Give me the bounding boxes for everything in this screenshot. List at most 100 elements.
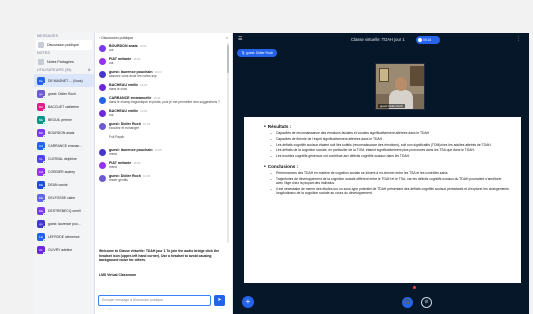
user-list-item[interactable]: gu guest: Didier Roch bbox=[34, 87, 94, 100]
record-icon bbox=[418, 38, 422, 42]
chat-timestamp: 16:02 bbox=[133, 57, 141, 61]
chat-message-body: guest: Didier Roch 16:04 ecoutez et échang… bbox=[109, 122, 224, 133]
chat-timestamp: 16:03 bbox=[140, 83, 148, 87]
user-list-item[interactable]: CL CLERVAL delphine bbox=[34, 152, 94, 165]
options-menu-icon[interactable]: ⋮ bbox=[516, 36, 521, 42]
shared-notes-link[interactable]: Notes Partagées bbox=[36, 57, 92, 67]
user-list-item[interactable]: BE BEGUIL perrine bbox=[34, 113, 94, 126]
online-status-icon bbox=[43, 82, 46, 86]
chat-message-body: guest: laurence pouchain 16:05 merci bbox=[109, 148, 224, 159]
chat-timestamp: 16:05 bbox=[154, 148, 162, 152]
chat-text: Fuli Paysh bbox=[109, 135, 125, 139]
chat-timestamp: 16:02 bbox=[139, 44, 147, 48]
user-name: BOURDON anais bbox=[48, 130, 75, 135]
gear-icon[interactable]: ⚙ bbox=[88, 67, 91, 74]
conclusions-bullet: Il est nécessaire de mener des études su… bbox=[264, 187, 509, 195]
user-name: CORDIER audrey bbox=[48, 169, 75, 174]
user-name: DESTREBECQ ornell bbox=[48, 208, 81, 213]
online-status-icon bbox=[43, 212, 46, 216]
bullet-icon: • bbox=[264, 124, 266, 130]
message-list: BOURDON anais 16:02 oui PIAT mélanie 16:02 ou… bbox=[95, 43, 228, 248]
online-status-icon bbox=[43, 251, 46, 255]
user-list-item[interactable]: LE LEFRODE clémence bbox=[34, 230, 94, 243]
user-name: OLIVRY adeline bbox=[48, 247, 73, 252]
avatar bbox=[99, 45, 106, 52]
webcam-user-label: guest: Didier Roch bbox=[378, 104, 406, 108]
chat-message: PIAT mélanie 16:02 oui bbox=[95, 56, 228, 69]
public-chat-link[interactable]: Discussion publique bbox=[36, 40, 92, 50]
user-list-item[interactable]: BA BACCUET catherine bbox=[34, 100, 94, 113]
chat-timestamp: 16:04 bbox=[142, 122, 150, 126]
user-list-item[interactable]: DE DEAN carole bbox=[34, 178, 94, 191]
avatar: De bbox=[37, 76, 46, 86]
chat-message: guest: laurence pouchain 16:03 assurez vou… bbox=[95, 69, 228, 82]
public-chat-label: Discussion publique bbox=[47, 43, 79, 47]
avatar: gu bbox=[37, 89, 46, 99]
avatar: BO bbox=[37, 128, 46, 138]
online-status-icon bbox=[43, 95, 46, 99]
chat-text: merci bbox=[109, 165, 118, 169]
user-list-item[interactable]: CA CARRANCE emman... bbox=[34, 139, 94, 152]
user-name: DE MAGNET ... (Vous) bbox=[48, 78, 83, 83]
user-name: guest: laurence pou... bbox=[48, 221, 81, 226]
online-status-icon bbox=[43, 238, 46, 242]
chat-message: guest: laurence pouchain 16:05 merci bbox=[95, 147, 228, 160]
results-bullet: Capacités de théorie de l’esprit signifi… bbox=[264, 137, 509, 141]
chat-icon bbox=[38, 42, 44, 48]
webcam-picture-frame bbox=[379, 68, 389, 82]
conclusions-list: Performances des TDAH en matière de cogn… bbox=[264, 171, 509, 195]
user-list-item[interactable]: CO CORDIER audrey bbox=[34, 165, 94, 178]
chat-message: guest: Didier Roch 16:04 ecoutez et échang… bbox=[95, 121, 228, 134]
chat-message-body: CARRANCE emmanuelle 16:03 dans le champ li… bbox=[109, 96, 224, 107]
avatar: DE bbox=[37, 193, 46, 203]
avatar: CO bbox=[37, 167, 46, 177]
chat-text: dans le chat bbox=[109, 87, 127, 91]
user-list-item[interactable]: gu guest: laurence pou... bbox=[34, 217, 94, 230]
online-status-icon bbox=[43, 225, 46, 229]
room-title: Classe virtuelle: TDAH jour 1 bbox=[351, 37, 405, 42]
user-name: BEGUIL perrine bbox=[48, 117, 72, 122]
chat-text: oui bbox=[109, 113, 114, 117]
chat-text: oui bbox=[109, 48, 114, 52]
user-name: DEAN carole bbox=[48, 182, 68, 187]
results-title: Résultats : bbox=[267, 124, 292, 129]
add-actions-button[interactable]: + bbox=[242, 296, 254, 308]
back-to-chat-button[interactable]: ‹ Discussion publique bbox=[99, 36, 133, 40]
user-list-item[interactable]: DE DELFOSSE claire bbox=[34, 191, 94, 204]
screenshare-icon[interactable]: ⊘ bbox=[421, 297, 432, 308]
online-status-icon bbox=[43, 121, 46, 125]
results-bullet: Les déficits de la cognition sociale, en… bbox=[264, 148, 509, 152]
chat-message: CARRANCE emmanuelle 16:03 dans le champ li… bbox=[95, 95, 228, 108]
webcam-person-head bbox=[395, 77, 407, 91]
chat-scroll-thumb[interactable] bbox=[227, 45, 229, 73]
chat-message-body: guest: Didier Roch 16:06 rester gentils bbox=[109, 174, 224, 185]
chat-text: merci bbox=[109, 152, 118, 156]
chat-message: BOURDON anais 16:02 oui bbox=[95, 43, 228, 56]
chat-message: BACHEAU emilie 16:03 dans le chat bbox=[95, 82, 228, 95]
presentation-slide: •Résultats : Capacités de reconnaissance… bbox=[244, 117, 521, 283]
headset-icon[interactable]: 🎧 bbox=[402, 297, 413, 308]
hamburger-menu-icon[interactable]: ☰ bbox=[238, 36, 242, 42]
chat-scrollbar[interactable] bbox=[227, 43, 229, 243]
welcome-subtitle: LMS Virtual Classroom bbox=[99, 273, 137, 277]
chat-message: Fuli Paysh bbox=[95, 134, 228, 147]
user-sidebar: MESSAGES Discussion publique NOTES Notes… bbox=[34, 33, 95, 314]
webcam-video[interactable] bbox=[375, 63, 425, 110]
close-icon[interactable]: × bbox=[226, 35, 228, 40]
user-list-item[interactable]: OL OLIVRY adeline bbox=[34, 243, 94, 256]
avatar bbox=[99, 149, 106, 156]
user-list-item[interactable]: DE DESTREBECQ ornell bbox=[34, 204, 94, 217]
user-list-item[interactable]: De DE MAGNET ... (Vous) bbox=[34, 74, 94, 87]
user-name: DELFOSSE claire bbox=[48, 195, 76, 200]
presentation-area: ☰ Classe virtuelle: TDAH jour 1 00:24 ⋮ … bbox=[233, 33, 529, 314]
messages-heading: MESSAGES bbox=[37, 34, 58, 38]
chat-message-input[interactable]: Envoyer message à Discussion publique bbox=[98, 295, 211, 306]
chat-message-body: Fuli Paysh bbox=[109, 135, 224, 146]
send-button[interactable]: ➤ bbox=[214, 295, 225, 306]
app-window: MESSAGES Discussion publique NOTES Notes… bbox=[34, 33, 529, 314]
online-status-icon bbox=[43, 147, 46, 151]
avatar bbox=[99, 84, 106, 91]
avatar: gu bbox=[37, 219, 46, 229]
avatar: DE bbox=[37, 206, 46, 216]
user-list-item[interactable]: BO BOURDON anais bbox=[34, 126, 94, 139]
